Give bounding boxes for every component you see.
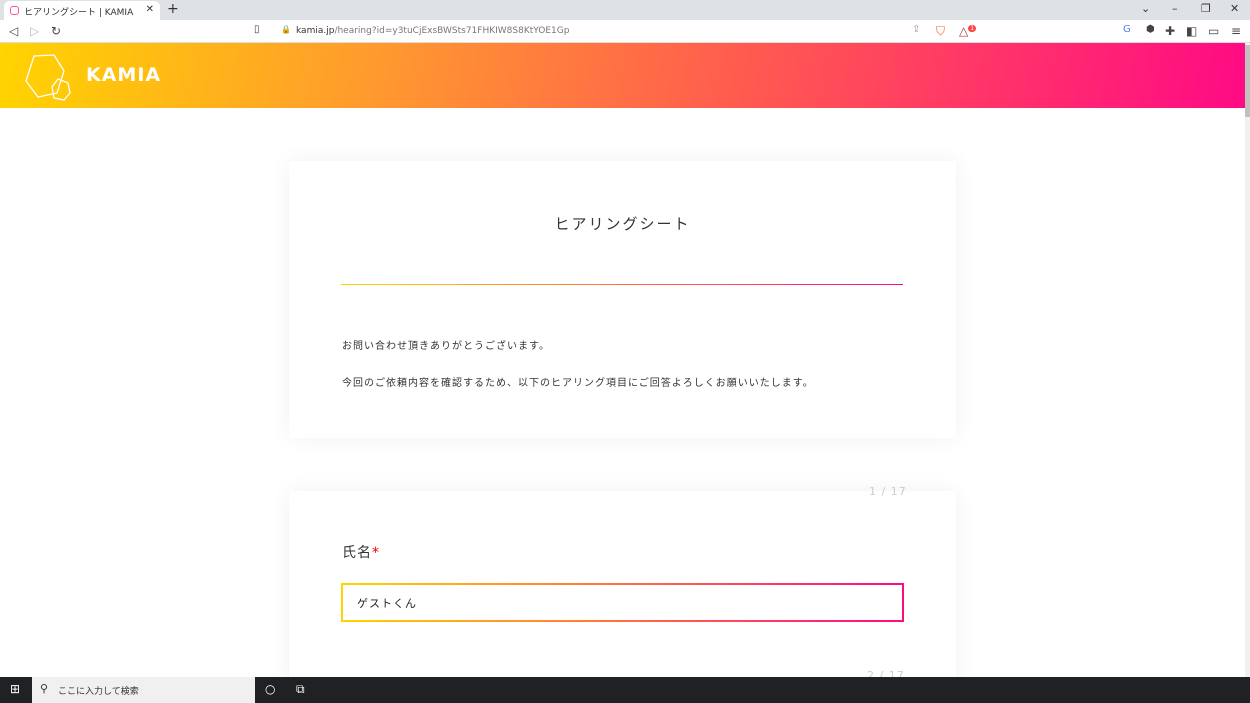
gradient-divider <box>341 284 903 285</box>
share-icon[interactable]: ⇪ <box>912 24 920 35</box>
back-icon[interactable]: ◁ <box>9 24 18 38</box>
address-bar[interactable]: 🔒 kamia.jp/hearing?id=y3tuCjExsBWSts71FHK… <box>272 22 977 41</box>
required-mark: * <box>372 545 380 561</box>
close-window-button[interactable]: ✕ <box>1230 2 1239 15</box>
tab-search-icon[interactable]: ⌄ <box>1141 2 1150 15</box>
page-scrollbar[interactable] <box>1245 43 1250 677</box>
windows-taskbar: ⊞ ⚲ ここに入力して検索 ○ ⧉ <box>0 677 1250 703</box>
intro-card: ヒアリングシート お問い合わせ頂きありがとうございます。 今回のご依頼内容を確認… <box>289 161 956 438</box>
wallet-icon[interactable]: ▭ <box>1208 24 1219 38</box>
scrollbar-thumb[interactable] <box>1245 45 1250 117</box>
browser-toolbar: ◁ ▷ ↻ ▯ 🔒 kamia.jp/hearing?id=y3tuCjExsBW… <box>0 20 1250 43</box>
search-icon: ⚲ <box>40 682 49 695</box>
label-text: 氏名 <box>342 545 372 561</box>
restore-button[interactable]: ❐ <box>1201 2 1211 15</box>
cortana-icon[interactable]: ○ <box>265 682 275 696</box>
tab-title: ヒアリングシート | KAMIA <box>24 8 134 18</box>
extensions-puzzle-icon[interactable]: ✚ <box>1165 24 1175 38</box>
search-placeholder: ここに入力して検索 <box>58 687 139 697</box>
kamia-logo-icon[interactable] <box>24 53 74 101</box>
new-tab-button[interactable]: + <box>167 1 179 17</box>
intro-text: 今回のご依頼内容を確認するため、以下のヒアリング項目にご回答よろしくお願いいたし… <box>342 378 814 389</box>
intro-text: お問い合わせ頂きありがとうございます。 <box>342 341 550 352</box>
windows-start-icon[interactable]: ⊞ <box>10 682 20 696</box>
browser-tab[interactable]: ヒアリングシート | KAMIA ✕ <box>4 1 160 20</box>
forward-icon[interactable]: ▷ <box>30 24 39 38</box>
sidebar-icon[interactable]: ◧ <box>1186 24 1197 38</box>
bookmark-icon[interactable]: ▯ <box>254 24 260 35</box>
extension-icon[interactable]: ⬢ <box>1146 24 1155 35</box>
url-path: /hearing?id=y3tuCjExsBWSts71FHKIW8S8KtYO… <box>334 26 570 36</box>
task-view-icon[interactable]: ⧉ <box>296 682 305 697</box>
logo-text: KAMIA <box>86 64 162 86</box>
rewards-badge: 1 <box>968 25 977 32</box>
page-title: ヒアリングシート <box>554 215 691 233</box>
minimize-button[interactable]: – <box>1172 2 1178 15</box>
close-tab-icon[interactable]: ✕ <box>146 4 154 15</box>
menu-icon[interactable]: ≡ <box>1231 24 1241 38</box>
reload-icon[interactable]: ↻ <box>51 24 61 38</box>
name-input[interactable]: ゲストくん <box>341 583 904 622</box>
brave-shield-icon[interactable]: ⛉ <box>936 24 945 39</box>
question-label: 氏名* <box>342 542 380 562</box>
lock-icon: 🔒 <box>281 25 291 34</box>
taskbar-search[interactable]: ⚲ ここに入力して検索 <box>32 677 255 703</box>
brave-rewards-icon[interactable]: △ 1 <box>959 24 977 38</box>
question-counter: 1 / 17 <box>869 485 907 498</box>
tab-strip: ヒアリングシート | KAMIA ✕ + ⌄ – ❐ ✕ <box>0 0 1250 20</box>
site-header: KAMIA <box>0 43 1245 108</box>
url-host: kamia.jp <box>296 26 335 36</box>
favicon-icon <box>10 6 19 15</box>
translate-icon[interactable]: G <box>1123 24 1131 35</box>
question-card: 1 / 17 氏名* ゲストくん 2 / 17 <box>289 485 956 691</box>
